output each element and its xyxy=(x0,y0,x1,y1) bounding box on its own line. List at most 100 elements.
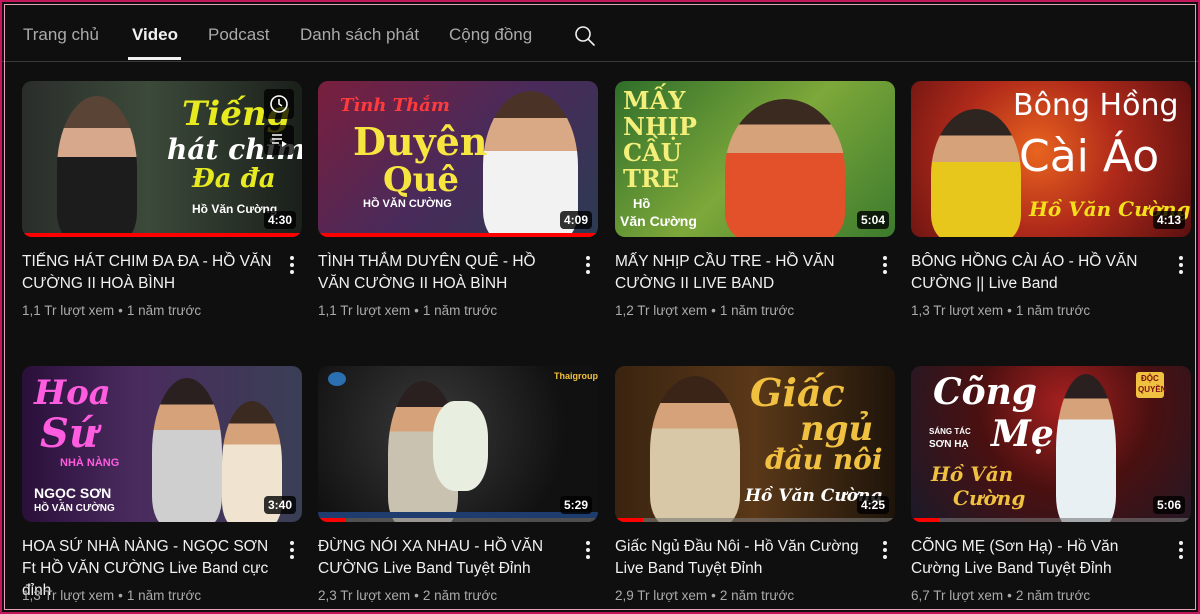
video-duration: 3:40 xyxy=(263,496,296,514)
more-vert-icon[interactable] xyxy=(1173,538,1189,562)
upload-age: 1 năm trước xyxy=(126,303,202,318)
video-card[interactable]: Tiếng hát chim Đa đa Hồ Văn Cường 4:30 T… xyxy=(22,81,302,318)
watch-progress-fill xyxy=(22,233,302,237)
more-vert-icon[interactable] xyxy=(284,253,300,277)
video-title[interactable]: BÔNG HỒNG CÀI ÁO - HỒ VĂN CƯỜNG || Live … xyxy=(911,251,1161,295)
tab-playlists[interactable]: Danh sách phát xyxy=(300,25,419,45)
upload-age: 1 năm trước xyxy=(719,303,795,318)
more-vert-icon[interactable] xyxy=(1173,253,1189,277)
thumbnail-title-line: CẦU xyxy=(623,138,682,167)
video-thumbnail[interactable]: Thaigroup 5:29 xyxy=(318,366,598,522)
more-vert-icon[interactable] xyxy=(284,538,300,562)
video-meta: 2,9 Tr lượt xem • 2 năm trước xyxy=(615,588,795,603)
video-card[interactable]: Giấc ngủ đầu nôi Hồ Văn Cường 4:25 Giấc … xyxy=(615,366,895,603)
more-vert-icon[interactable] xyxy=(580,253,596,277)
thumbnail-artist: HỒ VĂN CƯỜNG xyxy=(34,503,115,514)
view-count: 1,2 Tr lượt xem xyxy=(615,303,708,318)
more-vert-icon[interactable] xyxy=(877,538,893,562)
view-count: 2,9 Tr lượt xem xyxy=(615,588,708,603)
view-count: 1,1 Tr lượt xem xyxy=(22,303,115,318)
video-title[interactable]: CÕNG MẸ (Sơn Hạ) - Hồ Văn Cường Live Ban… xyxy=(911,536,1161,580)
thumbnail-title-line: Cài Áo xyxy=(1019,131,1160,182)
thumbnail-credit: SƠN HẠ xyxy=(929,439,969,450)
view-count: 1,3 Tr lượt xem xyxy=(22,588,115,603)
video-title[interactable]: TÌNH THẮM DUYÊN QUÊ - HỒ VĂN CƯỜNG II HO… xyxy=(318,251,568,295)
thumbnail-title-line: đầu nôi xyxy=(765,443,883,476)
thumbnail-title-line: Tình Thắm xyxy=(340,95,450,116)
flower-bouquet xyxy=(433,401,488,491)
video-thumbnail[interactable]: Hoa Sứ NHÀ NÀNG NGỌC SƠN HỒ VĂN CƯỜNG 3:… xyxy=(22,366,302,522)
tab-home[interactable]: Trang chủ xyxy=(23,25,99,45)
watch-progress-fill xyxy=(318,233,598,237)
video-meta: 6,7 Tr lượt xem • 2 năm trước xyxy=(911,588,1091,603)
search-icon[interactable] xyxy=(573,24,597,48)
video-title[interactable]: ĐỪNG NÓI XA NHAU - HỒ VĂN CƯỜNG Live Ban… xyxy=(318,536,568,580)
video-thumbnail[interactable]: Giấc ngủ đầu nôi Hồ Văn Cường 4:25 xyxy=(615,366,895,522)
video-duration: 5:06 xyxy=(1152,496,1185,514)
thumbnail-title-line: TRE xyxy=(623,164,680,193)
thumbnail-artist: Hồ xyxy=(633,196,651,211)
video-thumbnail[interactable]: Bông Hồng Cài Áo Hồ Văn Cường 4:13 xyxy=(911,81,1191,237)
thumbnail-credit: SÁNG TÁC xyxy=(929,427,971,436)
singer-figure xyxy=(650,376,740,522)
watch-progress-fill xyxy=(615,518,643,522)
thumbnail-title-line: ngủ xyxy=(800,409,874,449)
video-card[interactable]: Bông Hồng Cài Áo Hồ Văn Cường 4:13 BÔNG … xyxy=(911,81,1191,318)
video-duration: 4:13 xyxy=(1152,211,1185,229)
active-tab-indicator xyxy=(128,57,181,60)
thumbnail-title-line: Bông Hồng xyxy=(1013,88,1179,123)
watch-progress-bar xyxy=(911,518,1191,522)
add-to-queue-icon[interactable] xyxy=(264,125,294,155)
channel-tabs: Trang chủ Video Podcast Danh sách phát C… xyxy=(0,0,1200,62)
video-thumbnail[interactable]: Tình Thắm Duyên Quê HỒ VĂN CƯỜNG 4:09 xyxy=(318,81,598,237)
video-duration: 4:25 xyxy=(856,496,889,514)
video-thumbnail[interactable]: MẤY NHỊP CẦU TRE Hồ Văn Cường 5:04 xyxy=(615,81,895,237)
video-duration: 4:09 xyxy=(559,211,592,229)
thumbnail-artist: Hồ Văn xyxy=(931,462,1014,486)
video-thumbnail[interactable]: Tiếng hát chim Đa đa Hồ Văn Cường 4:30 xyxy=(22,81,302,237)
thumbnail-artist: Văn Cường xyxy=(620,213,697,229)
video-meta: 1,1 Tr lượt xem • 1 năm trước xyxy=(22,303,202,318)
exclusive-badge-label: ĐỘC xyxy=(1141,374,1159,383)
more-vert-icon[interactable] xyxy=(580,538,596,562)
thumbnail-title-line: Mẹ xyxy=(991,413,1054,455)
thumbnail-title-line: Đa đa xyxy=(192,164,276,194)
more-vert-icon[interactable] xyxy=(877,253,893,277)
thumbnail-title-line: NHỊP xyxy=(623,112,697,141)
video-thumbnail[interactable]: Cõng Mẹ SÁNG TÁC SƠN HẠ Hồ Văn Cường ĐỘC… xyxy=(911,366,1191,522)
thumbnail-title-line: Giấc xyxy=(750,370,845,415)
watch-progress-bar xyxy=(318,518,598,522)
video-card[interactable]: Tình Thắm Duyên Quê HỒ VĂN CƯỜNG 4:09 TÌ… xyxy=(318,81,598,318)
watch-progress-fill xyxy=(911,518,939,522)
video-card[interactable]: Cõng Mẹ SÁNG TÁC SƠN HẠ Hồ Văn Cường ĐỘC… xyxy=(911,366,1191,603)
video-title[interactable]: TIẾNG HÁT CHIM ĐA ĐA - HỒ VĂN CƯỜNG II H… xyxy=(22,251,272,295)
singer-figure xyxy=(725,99,845,237)
exclusive-badge-label: QUYỀN xyxy=(1138,385,1167,394)
thumbnail-title-line: Cõng xyxy=(933,371,1038,413)
upload-age: 2 năm trước xyxy=(422,588,498,603)
video-card[interactable]: Hoa Sứ NHÀ NÀNG NGỌC SƠN HỒ VĂN CƯỜNG 3:… xyxy=(22,366,302,603)
view-count: 6,7 Tr lượt xem xyxy=(911,588,1004,603)
singer-figure xyxy=(931,109,1021,237)
video-meta: 1,3 Tr lượt xem • 1 năm trước xyxy=(22,588,202,603)
logo-icon xyxy=(328,372,346,386)
video-card[interactable]: MẤY NHỊP CẦU TRE Hồ Văn Cường 5:04 MẤY N… xyxy=(615,81,895,318)
watch-progress-bar xyxy=(615,518,895,522)
tab-videos[interactable]: Video xyxy=(132,25,178,45)
thumbnail-title-line: Sứ xyxy=(40,410,98,457)
view-count: 1,1 Tr lượt xem xyxy=(318,303,411,318)
singer-figure xyxy=(1056,374,1116,522)
tab-community[interactable]: Cộng đồng xyxy=(449,25,532,45)
upload-age: 1 năm trước xyxy=(422,303,498,318)
thumbnail-artist: NGỌC SƠN xyxy=(34,485,112,501)
video-title[interactable]: MẤY NHỊP CẦU TRE - HỒ VĂN CƯỜNG II LIVE … xyxy=(615,251,865,295)
tab-podcast[interactable]: Podcast xyxy=(208,25,269,45)
video-card[interactable]: Thaigroup 5:29 ĐỪNG NÓI XA NHAU - HỒ VĂN… xyxy=(318,366,598,603)
video-meta: 1,1 Tr lượt xem • 1 năm trước xyxy=(318,303,498,318)
singer-figure xyxy=(152,378,222,522)
video-meta: 1,3 Tr lượt xem • 1 năm trước xyxy=(911,303,1091,318)
thumbnail-title-line: NHÀ NÀNG xyxy=(60,457,120,469)
thumbnail-artist: HỒ VĂN CƯỜNG xyxy=(363,198,452,210)
watch-later-icon[interactable] xyxy=(264,89,294,119)
video-title[interactable]: Giấc Ngủ Đầu Nôi - Hồ Văn Cường Live Ban… xyxy=(615,536,865,580)
